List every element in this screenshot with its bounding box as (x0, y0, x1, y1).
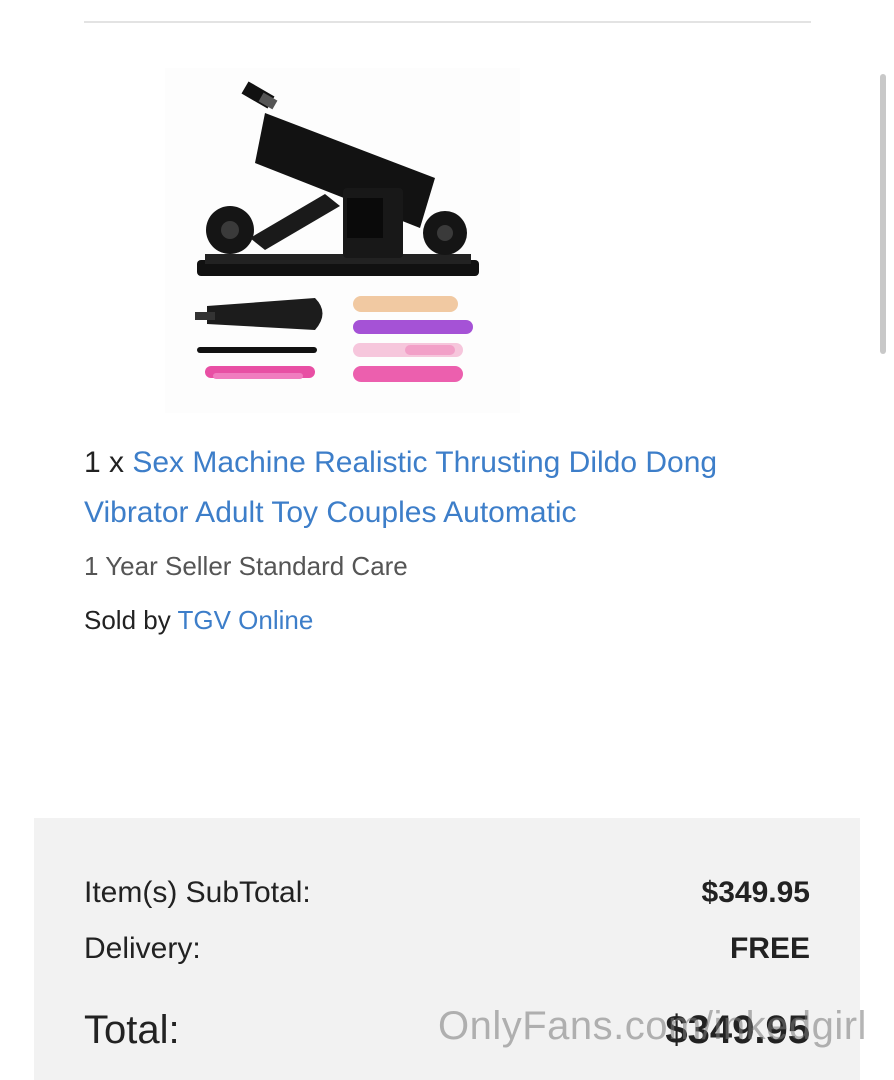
product-title-line2[interactable]: Vibrator Adult Toy Couples Automatic (84, 496, 577, 529)
delivery-label: Delivery: (84, 932, 201, 965)
watermark: OnlyFans.com/inkedgirl (438, 1004, 867, 1048)
product-title: 1 x Sex Machine Realistic Thrusting Dild… (84, 438, 824, 538)
top-divider (84, 21, 811, 23)
care-plan-text: 1 Year Seller Standard Care (84, 551, 408, 581)
vertical-scrollbar[interactable] (880, 74, 886, 354)
seller-link[interactable]: TGV Online (177, 605, 313, 635)
subtotal-label: Item(s) SubTotal: (84, 876, 311, 909)
order-summary-page: 1 x Sex Machine Realistic Thrusting Dild… (0, 0, 894, 1080)
delivery-value: FREE (729, 932, 810, 965)
subtotal-value: $349.95 (701, 876, 810, 909)
product-image[interactable] (165, 68, 520, 413)
product-title-link[interactable]: Sex Machine Realistic Thrusting Dildo Do… (84, 446, 717, 529)
sold-by: Sold by TGV Online (84, 605, 313, 636)
product-title-line1[interactable]: Sex Machine Realistic Thrusting Dildo Do… (132, 446, 717, 479)
total-label: Total: (84, 1008, 180, 1052)
sold-by-label: Sold by (84, 605, 178, 635)
quantity-prefix: 1 x (84, 446, 133, 479)
